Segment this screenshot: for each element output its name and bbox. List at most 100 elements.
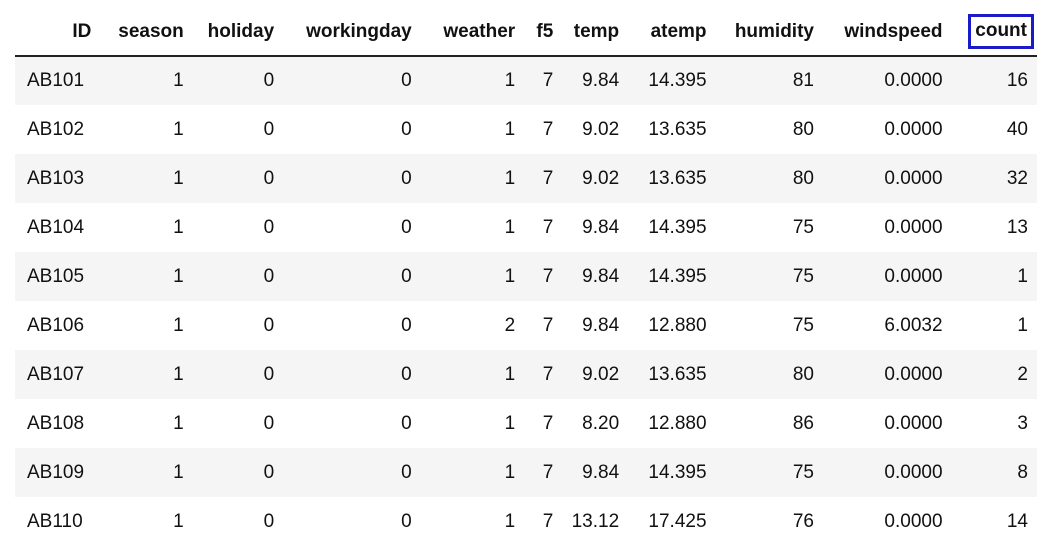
cell-weather: 1 (420, 252, 525, 301)
cell-f5: 7 (524, 448, 563, 497)
cell-weather: 1 (420, 203, 525, 252)
table-row: AB104 1 0 0 1 7 9.84 14.395 75 0.0000 13 (15, 203, 1037, 252)
cell-workingday: 0 (283, 105, 421, 154)
cell-weather: 1 (420, 448, 525, 497)
cell-temp: 9.84 (562, 203, 629, 252)
cell-id: AB107 (15, 350, 101, 399)
cell-holiday: 0 (192, 105, 284, 154)
dataframe-container: ID season holiday workingday weather f5 … (15, 8, 1037, 546)
cell-weather: 1 (420, 56, 525, 105)
cell-season: 1 (100, 301, 193, 350)
cell-season: 1 (100, 252, 193, 301)
cell-holiday: 0 (192, 301, 284, 350)
table-row: AB101 1 0 0 1 7 9.84 14.395 81 0.0000 16 (15, 56, 1037, 105)
cell-f5: 7 (524, 350, 563, 399)
cell-temp: 9.02 (562, 105, 629, 154)
cell-workingday: 0 (283, 399, 421, 448)
column-header-atemp: atemp (628, 8, 716, 57)
column-header-id: ID (15, 8, 101, 57)
cell-season: 1 (100, 350, 193, 399)
cell-holiday: 0 (192, 350, 284, 399)
cell-f5: 7 (524, 252, 563, 301)
cell-windspeed: 0.0000 (822, 105, 952, 154)
cell-temp: 13.12 (562, 497, 629, 546)
cell-f5: 7 (524, 56, 563, 105)
cell-weather: 2 (420, 301, 525, 350)
cell-holiday: 0 (192, 56, 284, 105)
cell-f5: 7 (524, 105, 563, 154)
cell-atemp: 12.880 (628, 399, 716, 448)
cell-temp: 9.84 (562, 56, 629, 105)
cell-atemp: 13.635 (628, 154, 716, 203)
table-row: AB110 1 0 0 1 7 13.12 17.425 76 0.0000 14 (15, 497, 1037, 546)
cell-f5: 7 (524, 301, 563, 350)
cell-count: 8 (951, 448, 1037, 497)
cell-count: 40 (951, 105, 1037, 154)
cell-count: 32 (951, 154, 1037, 203)
cell-temp: 9.02 (562, 154, 629, 203)
cell-count: 1 (951, 252, 1037, 301)
cell-temp: 9.02 (562, 350, 629, 399)
cell-humidity: 86 (715, 399, 823, 448)
cell-atemp: 17.425 (628, 497, 716, 546)
cell-windspeed: 0.0000 (822, 56, 952, 105)
cell-humidity: 75 (715, 448, 823, 497)
cell-workingday: 0 (283, 203, 421, 252)
cell-id: AB104 (15, 203, 101, 252)
cell-id: AB105 (15, 252, 101, 301)
cell-temp: 9.84 (562, 301, 629, 350)
cell-id: AB103 (15, 154, 101, 203)
cell-count: 2 (951, 350, 1037, 399)
table-row: AB102 1 0 0 1 7 9.02 13.635 80 0.0000 40 (15, 105, 1037, 154)
cell-temp: 8.20 (562, 399, 629, 448)
column-header-holiday: holiday (192, 8, 284, 57)
highlight-box: count (968, 14, 1034, 49)
cell-count: 16 (951, 56, 1037, 105)
table-row: AB105 1 0 0 1 7 9.84 14.395 75 0.0000 1 (15, 252, 1037, 301)
cell-humidity: 75 (715, 252, 823, 301)
cell-weather: 1 (420, 350, 525, 399)
cell-windspeed: 0.0000 (822, 497, 952, 546)
column-header-humidity: humidity (715, 8, 823, 57)
cell-workingday: 0 (283, 56, 421, 105)
cell-season: 1 (100, 203, 193, 252)
cell-windspeed: 0.0000 (822, 252, 952, 301)
cell-weather: 1 (420, 105, 525, 154)
column-header-count-highlighted: count (951, 8, 1037, 57)
cell-id: AB110 (15, 497, 101, 546)
cell-workingday: 0 (283, 497, 421, 546)
cell-workingday: 0 (283, 448, 421, 497)
cell-windspeed: 0.0000 (822, 154, 952, 203)
cell-holiday: 0 (192, 399, 284, 448)
cell-humidity: 75 (715, 301, 823, 350)
cell-id: AB101 (15, 56, 101, 105)
cell-holiday: 0 (192, 497, 284, 546)
cell-holiday: 0 (192, 252, 284, 301)
column-header-windspeed: windspeed (822, 8, 952, 57)
cell-season: 1 (100, 497, 193, 546)
cell-temp: 9.84 (562, 448, 629, 497)
cell-humidity: 80 (715, 154, 823, 203)
column-header-label: holiday (207, 20, 275, 42)
cell-season: 1 (100, 105, 193, 154)
cell-weather: 1 (420, 154, 525, 203)
dataframe-table: ID season holiday workingday weather f5 … (15, 8, 1037, 546)
column-header-label: atemp (650, 20, 707, 42)
cell-id: AB109 (15, 448, 101, 497)
table-body: AB101 1 0 0 1 7 9.84 14.395 81 0.0000 16 AB102 1 0 0 1 7… (15, 56, 1037, 546)
cell-count: 14 (951, 497, 1037, 546)
cell-season: 1 (100, 399, 193, 448)
table-row: AB108 1 0 0 1 7 8.20 12.880 86 0.0000 3 (15, 399, 1037, 448)
cell-atemp: 14.395 (628, 448, 716, 497)
column-header-f5: f5 (524, 8, 563, 57)
cell-atemp: 14.395 (628, 203, 716, 252)
cell-workingday: 0 (283, 350, 421, 399)
cell-id: AB102 (15, 105, 101, 154)
cell-count: 1 (951, 301, 1037, 350)
cell-atemp: 14.395 (628, 252, 716, 301)
cell-season: 1 (100, 154, 193, 203)
table-row: AB103 1 0 0 1 7 9.02 13.635 80 0.0000 32 (15, 154, 1037, 203)
cell-windspeed: 0.0000 (822, 448, 952, 497)
column-header-label: temp (573, 20, 620, 42)
cell-atemp: 12.880 (628, 301, 716, 350)
